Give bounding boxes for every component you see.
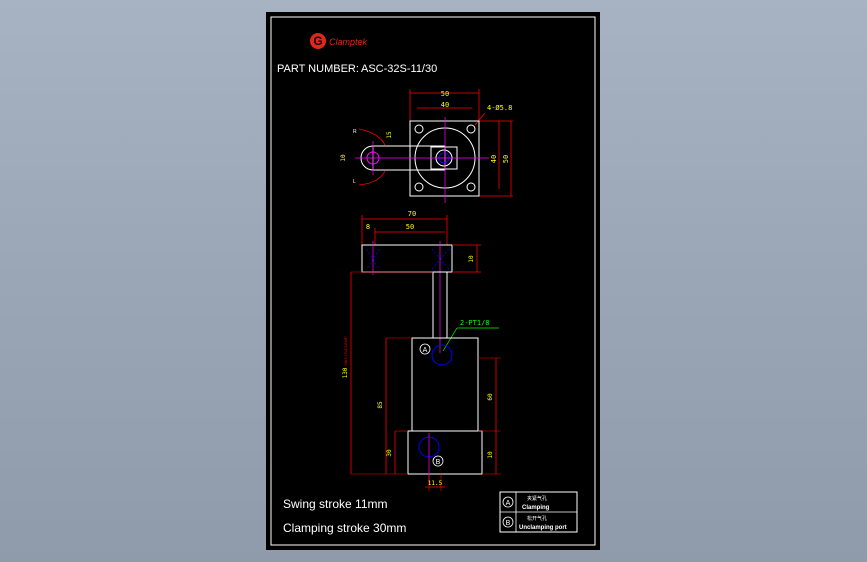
legend-row-b-cn: 松开气孔 — [527, 515, 547, 522]
legend-row-a-cn: 夹紧气孔 — [527, 495, 547, 502]
brand-logo: G Clamptek — [310, 33, 368, 49]
dim-front-base-height: 10 — [487, 451, 494, 459]
dim-front-base-offset: 30 — [386, 449, 393, 457]
drawing-canvas: G Clamptek PART NUMBER: ASC-32S-11/30 50… — [270, 16, 596, 546]
dim-top-right-outer: 50 — [502, 155, 510, 163]
dim-front-offset: 8 — [366, 223, 370, 231]
legend-row-b-symbol: B — [506, 520, 511, 527]
port-label: 2-PT1/8 — [460, 319, 490, 327]
dim-top-right-inner: 40 — [490, 155, 498, 163]
dim-top-holes: 4-Ø5.8 — [487, 104, 512, 112]
legend-row-a-symbol: A — [506, 500, 511, 507]
dim-front-cylinder-height: 60 — [487, 393, 494, 401]
note-clamping-stroke: Clamping stroke 30mm — [283, 521, 406, 535]
dim-top-overall-width: 50 — [441, 90, 449, 98]
dim-front-arm-thickness: 10 — [468, 255, 475, 263]
top-view: 50 40 4-Ø5.8 40 50 R L 10 15 — [340, 89, 513, 203]
brand-name: Clamptek — [329, 37, 368, 47]
rotate-right-label: R — [353, 129, 357, 135]
dim-top-arm-height: 10 — [340, 154, 347, 162]
rotate-left-label: L — [353, 179, 356, 185]
cad-viewport[interactable]: G Clamptek PART NUMBER: ASC-32S-11/30 50… — [0, 0, 867, 562]
note-swing-stroke: Swing stroke 11mm — [283, 497, 387, 511]
port-legend: A 夹紧气孔 Clamping B 松开气孔 Unclamping port — [499, 491, 578, 533]
front-view: 70 50 8 10 2-PT1/8 A B 130 MAX.UNCLAMP 8… — [342, 210, 501, 491]
dim-front-port-offset: 11.5 — [428, 480, 443, 487]
dim-front-total-height: 130 — [342, 367, 349, 378]
drawing-sheet: G Clamptek PART NUMBER: ASC-32S-11/30 50… — [266, 12, 600, 550]
dim-front-total-height-note: MAX.UNCLAMP — [343, 336, 348, 366]
part-number-label: PART NUMBER: — [277, 63, 359, 75]
dim-front-arm-length: 70 — [408, 210, 416, 218]
part-number-value: ASC-32S-11/30 — [361, 63, 437, 75]
port-marker-a: A — [423, 347, 428, 354]
dim-top-arm-width: 15 — [386, 131, 393, 139]
dim-front-body-height: 85 — [377, 401, 384, 409]
logo-letter: G — [313, 34, 322, 48]
dim-top-hole-spacing: 40 — [441, 101, 449, 109]
dim-front-pivot-distance: 50 — [406, 223, 414, 231]
port-marker-b: B — [436, 459, 441, 466]
legend-row-a-en: Clamping — [522, 505, 550, 511]
legend-row-b-en: Unclamping port — [519, 525, 567, 531]
